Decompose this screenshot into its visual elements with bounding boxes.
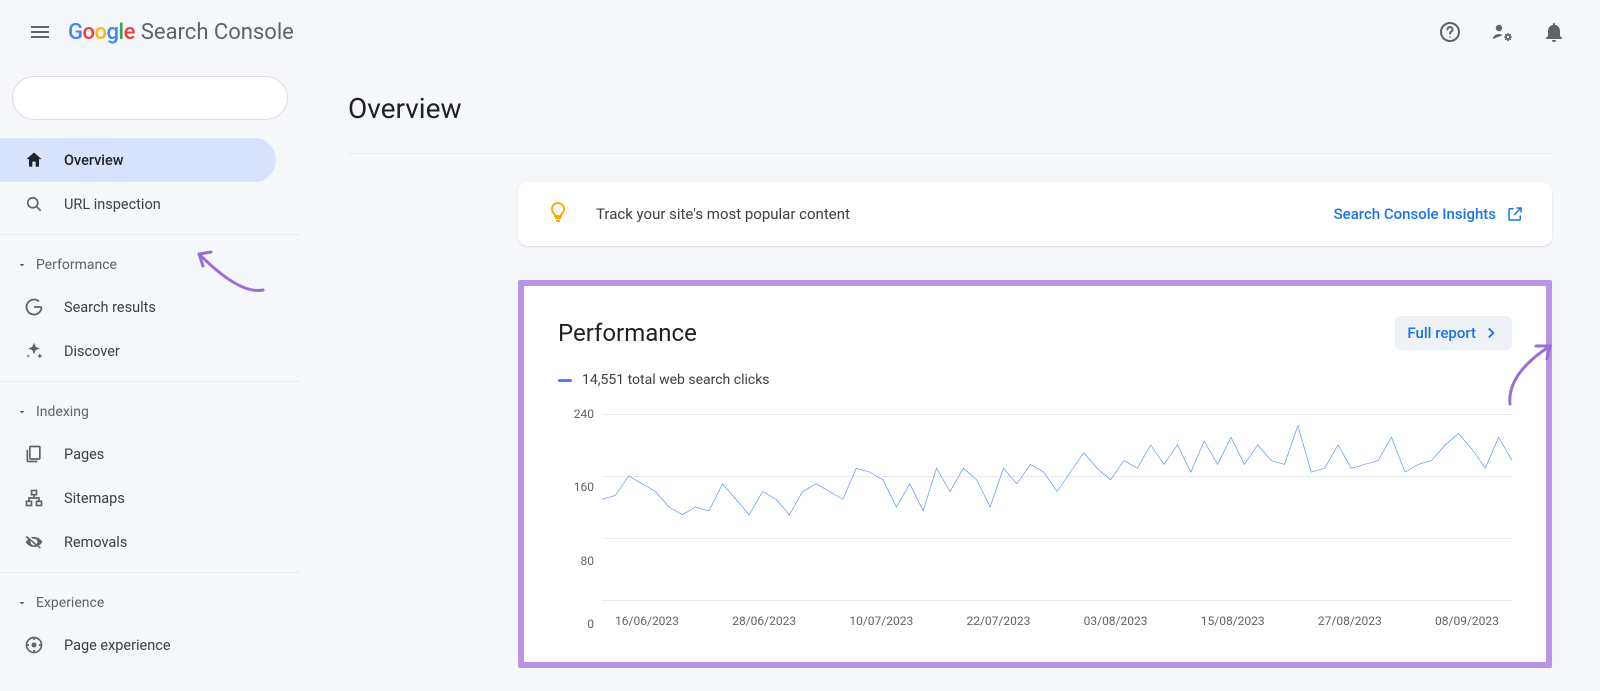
x-axis-labels: 16/06/2023 28/06/2023 10/07/2023 22/07/2… xyxy=(602,614,1512,634)
google-wordmark: Google xyxy=(68,20,135,45)
app-header: Google Search Console xyxy=(0,0,1600,64)
legend-label: 14,551 total web search clicks xyxy=(582,372,770,388)
hamburger-icon xyxy=(28,20,52,44)
sidebar-item-label: Search results xyxy=(64,299,156,316)
open-in-new-icon xyxy=(1506,205,1524,223)
insights-link[interactable]: Search Console Insights xyxy=(1334,205,1524,223)
sidebar-section-indexing[interactable]: Indexing xyxy=(0,392,300,432)
bell-icon xyxy=(1542,20,1566,44)
product-name: Search Console xyxy=(141,20,294,45)
line-chart-svg xyxy=(602,414,1512,600)
sidebar-item-url-inspection[interactable]: URL inspection xyxy=(0,182,276,226)
sidebar-item-overview[interactable]: Overview xyxy=(0,138,276,182)
page-experience-icon xyxy=(24,635,48,655)
home-icon xyxy=(24,150,48,170)
x-tick-label: 16/06/2023 xyxy=(602,614,692,634)
x-tick-label: 28/06/2023 xyxy=(719,614,809,634)
chart-legend: 14,551 total web search clicks xyxy=(558,372,1512,388)
search-icon xyxy=(24,194,48,214)
product-logo[interactable]: Google Search Console xyxy=(68,20,294,45)
user-gear-icon xyxy=(1490,20,1514,44)
x-tick-label: 27/08/2023 xyxy=(1305,614,1395,634)
header-actions xyxy=(1428,10,1584,54)
sidebar: Overview URL inspection Performance Sear… xyxy=(0,64,300,691)
sidebar-section-performance[interactable]: Performance xyxy=(0,245,300,285)
sidebar-item-label: URL inspection xyxy=(64,196,161,213)
insights-link-label: Search Console Insights xyxy=(1334,205,1496,223)
sidebar-item-label: Page experience xyxy=(64,637,171,654)
sidebar-item-label: Removals xyxy=(64,534,127,551)
notifications-button[interactable] xyxy=(1532,10,1576,54)
property-selector[interactable] xyxy=(12,76,288,120)
help-icon xyxy=(1438,20,1462,44)
x-tick-label: 15/08/2023 xyxy=(1188,614,1278,634)
sidebar-item-discover[interactable]: Discover xyxy=(0,329,276,373)
sidebar-item-label: Sitemaps xyxy=(64,490,125,507)
sidebar-item-label: Discover xyxy=(64,343,120,360)
users-settings-button[interactable] xyxy=(1480,10,1524,54)
menu-button[interactable] xyxy=(16,8,64,56)
insights-card: Track your site's most popular content S… xyxy=(518,182,1552,246)
page-title: Overview xyxy=(348,92,1552,125)
sidebar-item-page-experience[interactable]: Page experience xyxy=(0,623,276,667)
chevron-down-icon xyxy=(16,406,36,418)
x-tick-label: 10/07/2023 xyxy=(836,614,926,634)
sidebar-section-label: Indexing xyxy=(36,404,89,420)
visibility-off-icon xyxy=(24,532,48,552)
help-button[interactable] xyxy=(1428,10,1472,54)
chevron-down-icon xyxy=(16,597,36,609)
insights-text: Track your site's most popular content xyxy=(596,205,850,223)
performance-title: Performance xyxy=(558,319,697,347)
y-tick-label: 0 xyxy=(558,617,594,631)
y-tick-label: 240 xyxy=(558,407,594,421)
full-report-label: Full report xyxy=(1407,324,1476,342)
chevron-down-icon xyxy=(16,259,36,271)
sidebar-item-label: Overview xyxy=(64,152,124,169)
sidebar-section-experience[interactable]: Experience xyxy=(0,583,300,623)
lightbulb-icon xyxy=(546,200,570,228)
sidebar-item-search-results[interactable]: Search results xyxy=(0,285,276,329)
main-content: Overview Track your site's most popular … xyxy=(300,64,1600,691)
sidebar-item-label: Pages xyxy=(64,446,104,463)
sidebar-item-pages[interactable]: Pages xyxy=(0,432,276,476)
legend-swatch xyxy=(558,379,572,382)
google-g-icon xyxy=(24,297,48,317)
sidebar-section-label: Performance xyxy=(36,257,117,273)
discover-icon xyxy=(24,341,48,361)
x-tick-label: 03/08/2023 xyxy=(1071,614,1161,634)
performance-chart: 240 160 80 0 16/06/2023 28 xyxy=(558,414,1512,634)
pages-icon xyxy=(24,444,48,464)
x-tick-label: 08/09/2023 xyxy=(1422,614,1512,634)
performance-card: Performance Full report 14,551 total web… xyxy=(518,280,1552,668)
sidebar-section-label: Experience xyxy=(36,595,104,611)
x-tick-label: 22/07/2023 xyxy=(953,614,1043,634)
y-tick-label: 160 xyxy=(558,480,594,494)
chevron-right-icon xyxy=(1482,324,1500,342)
sidebar-item-sitemaps[interactable]: Sitemaps xyxy=(0,476,276,520)
sidebar-item-removals[interactable]: Removals xyxy=(0,520,276,564)
full-report-button[interactable]: Full report xyxy=(1395,316,1512,350)
y-tick-label: 80 xyxy=(558,554,594,568)
sitemap-icon xyxy=(24,488,48,508)
